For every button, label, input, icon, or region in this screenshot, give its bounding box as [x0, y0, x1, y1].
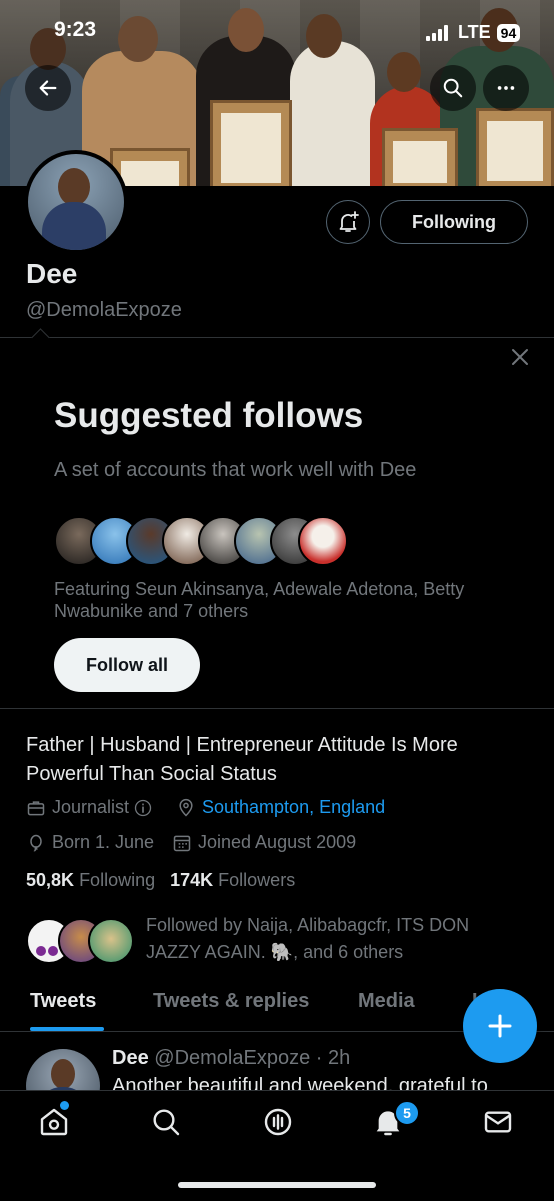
- home-unread-dot: [60, 1101, 69, 1110]
- balloon-icon: [30, 834, 42, 851]
- status-indicators: LTE 94: [426, 22, 521, 43]
- suggested-title: Suggested follows: [54, 396, 364, 435]
- search-button[interactable]: [430, 65, 476, 111]
- back-arrow-icon: [39, 80, 57, 96]
- followers-stat[interactable]: 174K Followers: [170, 870, 295, 890]
- following-stat-label: Following: [79, 870, 156, 890]
- signal-icon: [426, 24, 448, 41]
- profile-bio: Father | Husband | Entrepreneur Attitude…: [26, 734, 458, 785]
- profile-stats: 50,8K Following 174K Followers: [26, 870, 295, 891]
- spaces-icon[interactable]: [262, 1106, 294, 1138]
- tweet-handle-time: @DemolaExpoze · 2h: [154, 1047, 351, 1069]
- avatar: [298, 516, 348, 566]
- plus-icon: [488, 1014, 512, 1038]
- profile-avatar[interactable]: [24, 150, 128, 254]
- followers-stat-label: Followers: [218, 870, 296, 890]
- dismiss-suggestions-button[interactable]: [508, 345, 532, 374]
- battery-icon: 94: [496, 23, 521, 42]
- home-icon[interactable]: [38, 1106, 70, 1138]
- joined-label: Joined August 2009: [198, 832, 357, 852]
- tweet-header: Dee @DemolaExpoze · 2h: [112, 1047, 350, 1070]
- compose-tweet-button[interactable]: [463, 989, 537, 1063]
- follow-all-button[interactable]: Follow all: [54, 638, 200, 692]
- more-icon: [497, 86, 515, 90]
- bell-plus-icon: [339, 211, 359, 232]
- info-icon[interactable]: [133, 798, 153, 818]
- tab-media[interactable]: Media: [358, 990, 415, 1013]
- suggested-featuring: Featuring Seun Akinsanya, Adewale Adeton…: [54, 579, 465, 621]
- back-button[interactable]: [25, 65, 71, 111]
- following-stat[interactable]: 50,8K Following: [26, 870, 155, 890]
- followed-by-avatars[interactable]: [26, 916, 136, 964]
- tab-tweets-replies[interactable]: Tweets & replies: [153, 990, 309, 1013]
- followed-by-text[interactable]: Followed by Naija, Alibabagcfr, ITS DON …: [146, 912, 516, 966]
- suggested-avatars[interactable]: [54, 516, 354, 566]
- more-button[interactable]: [483, 65, 529, 111]
- profile-handle: @DemolaExpoze: [26, 299, 182, 321]
- born-label: Born 1. June: [52, 832, 155, 852]
- followers-count: 174K: [170, 870, 214, 890]
- divider: [0, 337, 554, 338]
- profile-name: Dee: [26, 258, 78, 289]
- search-icon: [443, 78, 463, 98]
- profile-birthday: Born 1. June: [26, 832, 154, 853]
- avatar: [88, 918, 134, 964]
- notify-bell-button[interactable]: [326, 200, 370, 244]
- tweet-author-name: Dee: [112, 1047, 149, 1069]
- briefcase-icon: [27, 800, 45, 815]
- status-time: 9:23: [54, 18, 97, 41]
- profession-label: Journalist: [52, 797, 130, 817]
- following-button[interactable]: Following: [380, 200, 528, 244]
- pointer-caret: [31, 328, 50, 347]
- divider: [0, 708, 554, 709]
- profile-joined: Joined August 2009: [172, 832, 356, 853]
- close-icon: [512, 349, 528, 365]
- location-link[interactable]: Southampton, England: [202, 797, 385, 818]
- home-indicator: [178, 1182, 376, 1188]
- notifications-badge: 5: [394, 1100, 420, 1126]
- suggested-subtitle: A set of accounts that work well with De…: [54, 459, 417, 481]
- calendar-icon: [173, 835, 191, 851]
- following-count: 50,8K: [26, 870, 75, 890]
- network-label: LTE: [458, 22, 491, 42]
- location-pin-icon: [179, 798, 193, 817]
- search-icon[interactable]: [150, 1106, 182, 1138]
- tab-tweets[interactable]: Tweets: [30, 990, 96, 1013]
- profile-profession: Journalist: [26, 797, 153, 818]
- profile-location[interactable]: Southampton, England: [176, 797, 385, 818]
- messages-icon[interactable]: [482, 1106, 514, 1138]
